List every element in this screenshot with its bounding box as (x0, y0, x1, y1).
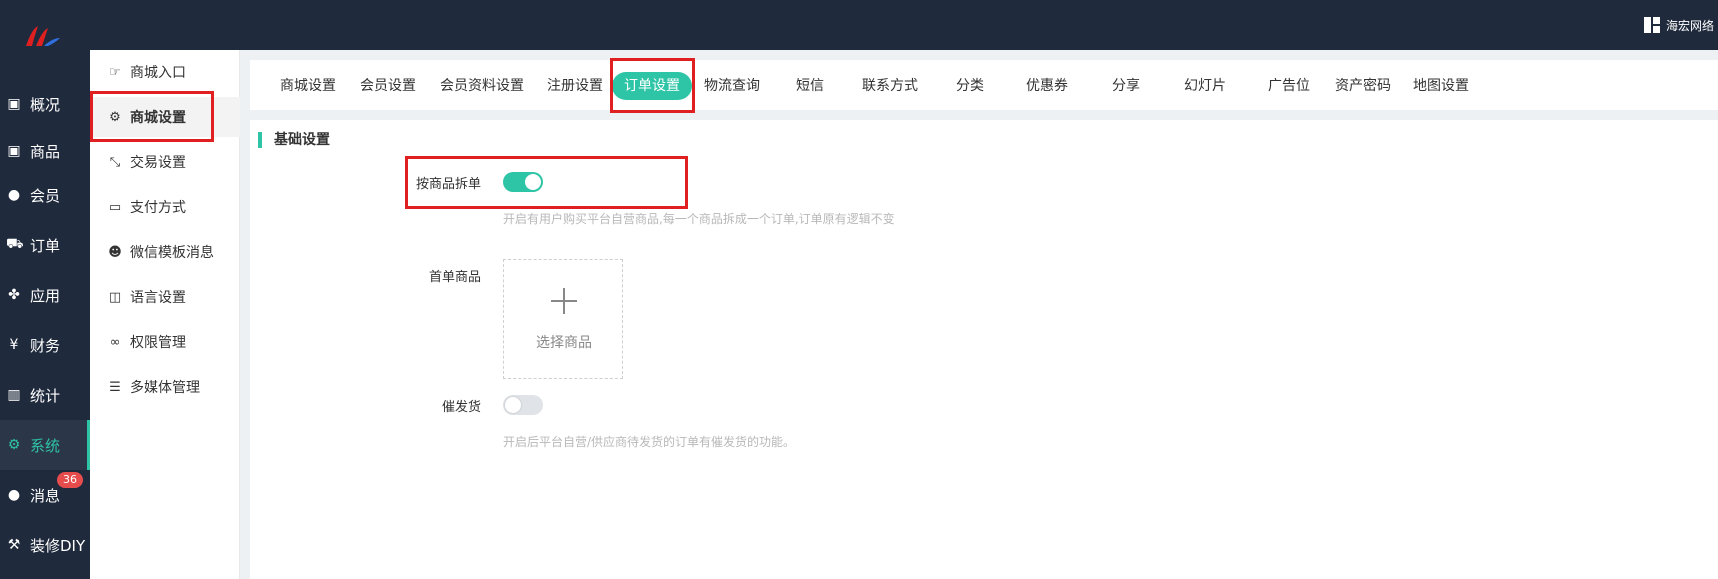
exchange-icon: ⤡ (109, 154, 121, 170)
subnav-item-permissions[interactable]: ∞ 权限管理 (90, 322, 240, 362)
tab-member-settings[interactable]: 会员设置 (360, 72, 416, 100)
urge-shipping-label: 催发货 (441, 400, 481, 415)
top-bar: 海宏网络 (0, 0, 1718, 50)
tab-register-settings[interactable]: 注册设置 (547, 72, 603, 100)
brand[interactable]: 海宏网络 (1643, 0, 1718, 50)
highlight-box-mall-settings (90, 91, 214, 142)
sidebar-item-system[interactable]: ⚙ 系统 (0, 420, 90, 470)
tab-mall-settings[interactable]: 商城设置 (280, 72, 336, 100)
tab-contact[interactable]: 联系方式 (862, 72, 918, 100)
subnav-item-label: 微信模板消息 (130, 245, 214, 261)
subnav-item-trade-settings[interactable]: ⤡ 交易设置 (90, 142, 240, 182)
tab-coupons[interactable]: 优惠券 (1026, 72, 1068, 100)
subnav-item-label: 语言设置 (130, 290, 186, 306)
cart-icon: ⛟ (6, 236, 24, 252)
subnav-item-payment[interactable]: ▭ 支付方式 (90, 187, 240, 227)
subnav-item-label: 交易设置 (130, 155, 186, 171)
subnav-item-label: 支付方式 (130, 200, 186, 216)
message-count-badge: 36 (57, 472, 83, 488)
bar-chart-icon: ▥ (7, 387, 21, 403)
credit-card-icon: ▭ (108, 199, 122, 215)
sidebar-item-label: 概况 (30, 95, 61, 114)
grid-icon (1643, 17, 1660, 33)
translate-icon: ◫ (108, 289, 122, 305)
sidebar-item-label: 订单 (30, 236, 61, 255)
tab-asset-password[interactable]: 资产密码 (1335, 72, 1391, 100)
goods-icon: ▣ (7, 143, 21, 159)
sidebar-item-label: 装修DIY (30, 536, 86, 555)
sidebar-item-diy[interactable]: ⚒ 装修DIY (0, 520, 90, 570)
urge-shipping-toggle[interactable] (503, 395, 543, 415)
tab-map-settings[interactable]: 地图设置 (1413, 72, 1469, 100)
subnav-item-label: 权限管理 (130, 335, 186, 351)
sidebar-item-orders[interactable]: ⛟ 订单 (0, 220, 90, 270)
urge-shipping-hint: 开启后平台自营/供应商待发货的订单有催发货的功能。 (503, 435, 796, 449)
sidebar-item-overview[interactable]: ▣ 概况 (0, 79, 90, 129)
main-sidebar: ▣ 概况 ▣ 商品 ● 会员 ⛟ 订单 ✤ 应用 ¥ 财务 ▥ 统计 ⚙ 系统 … (0, 50, 90, 579)
hammer-icon: ⚒ (7, 537, 21, 553)
settings-tabs: 商城设置 会员设置 会员资料设置 注册设置 订单设置 物流查询 短信 联系方式 … (250, 60, 1718, 110)
sidebar-item-label: 会员 (30, 186, 61, 205)
section-title: 基础设置 (258, 132, 330, 148)
split-order-hint: 开启有用户购买平台自营商品,每一个商品拆成一个订单,订单原有逻辑不变 (503, 212, 895, 226)
subnav-item-wechat-template[interactable]: ☻ 微信模板消息 (90, 232, 240, 272)
sidebar-item-apps[interactable]: ✤ 应用 (0, 270, 90, 320)
mask-icon: ∞ (109, 334, 121, 350)
wechat-icon: ☻ (108, 244, 122, 260)
subnav-item-label: 商城入口 (130, 65, 186, 81)
pointer-hand-icon: ☞ (109, 64, 121, 80)
sidebar-item-stats[interactable]: ▥ 统计 (0, 370, 90, 420)
sidebar-item-label: 应用 (30, 286, 61, 305)
sidebar-item-messages[interactable]: ● 消息 36 (0, 470, 90, 520)
sidebar-item-label: 系统 (30, 436, 61, 455)
comment-icon: ● (7, 487, 21, 503)
select-goods-button[interactable]: 选择商品 (503, 259, 623, 379)
users-icon: ● (7, 187, 21, 203)
content-area: 商城设置 会员设置 会员资料设置 注册设置 订单设置 物流查询 短信 联系方式 … (240, 50, 1718, 579)
tab-share[interactable]: 分享 (1112, 72, 1140, 100)
brand-name: 海宏网络 (1665, 18, 1714, 33)
toggle-knob (505, 397, 521, 413)
yen-icon: ¥ (9, 337, 19, 353)
tab-sms[interactable]: 短信 (796, 72, 824, 100)
sidebar-item-finance[interactable]: ¥ 财务 (0, 320, 90, 370)
tab-logistics[interactable]: 物流查询 (704, 72, 760, 100)
tab-ad-slots[interactable]: 广告位 (1268, 72, 1310, 100)
highlight-box-order-tab (610, 58, 695, 113)
highlight-box-split-order (405, 156, 688, 209)
tab-category[interactable]: 分类 (956, 72, 984, 100)
subnav-item-label: 多媒体管理 (130, 380, 200, 396)
sidebar-item-label: 统计 (30, 386, 61, 405)
dashboard-icon: ▣ (7, 96, 21, 112)
apps-icon: ✤ (8, 287, 20, 303)
first-order-goods-label: 首单商品 (428, 270, 481, 285)
plus-icon (551, 288, 577, 314)
sidebar-item-label: 商品 (30, 142, 61, 161)
select-goods-label: 选择商品 (536, 335, 592, 351)
sidebar-item-members[interactable]: ● 会员 (0, 170, 90, 220)
tab-member-profile[interactable]: 会员资料设置 (440, 72, 524, 100)
gears-icon: ⚙ (7, 437, 21, 453)
subnav-item-language[interactable]: ◫ 语言设置 (90, 277, 240, 317)
list-icon: ☰ (109, 379, 121, 395)
sidebar-item-goods[interactable]: ▣ 商品 (0, 126, 90, 176)
sidebar-item-label: 消息 (30, 486, 61, 505)
subnav-item-mall-entry[interactable]: ☞ 商城入口 (90, 52, 240, 92)
sidebar-item-label: 财务 (30, 336, 61, 355)
subnav-item-media[interactable]: ☰ 多媒体管理 (90, 367, 240, 407)
tab-slideshow[interactable]: 幻灯片 (1184, 72, 1226, 100)
logo-icon (26, 26, 60, 46)
